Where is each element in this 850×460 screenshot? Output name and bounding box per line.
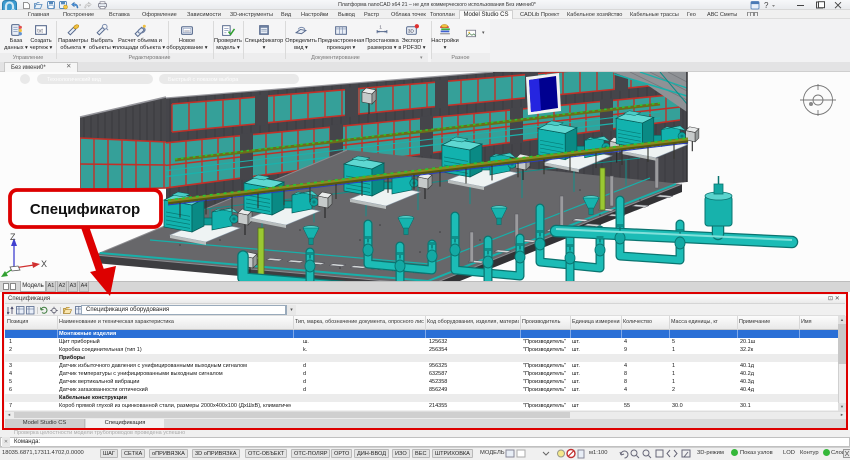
svg-text:?: ? <box>764 1 769 10</box>
svg-text:Спецификатор: Спецификатор <box>30 201 140 218</box>
svg-text:1: 1 <box>379 24 382 30</box>
svg-text:3D: 3D <box>408 29 415 35</box>
svg-text:txt: txt <box>37 29 43 35</box>
svg-text:Быстрый с показом выбора: Быстрый с показом выбора <box>168 76 239 83</box>
svg-text:Технологический вид: Технологический вид <box>47 76 102 83</box>
